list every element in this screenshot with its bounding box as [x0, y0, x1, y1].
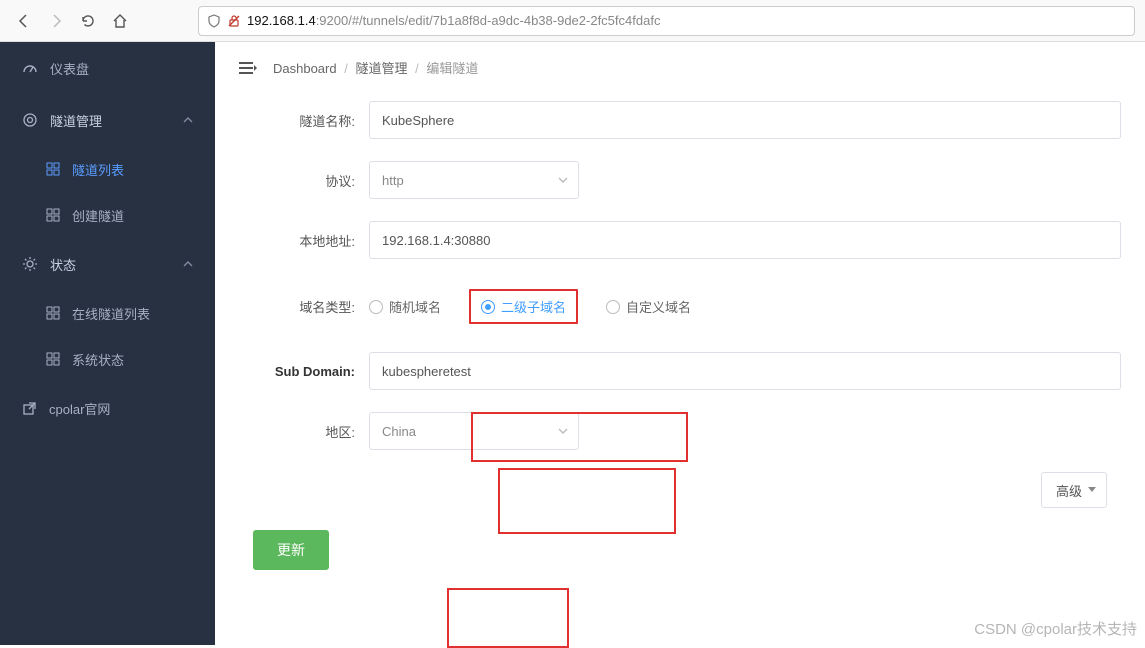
- sidebar-item-dashboard[interactable]: 仪表盘: [0, 42, 215, 94]
- back-button[interactable]: [10, 7, 38, 35]
- reload-button[interactable]: [74, 7, 102, 35]
- radio-custom-domain[interactable]: 自定义域名: [606, 297, 691, 316]
- chevron-down-icon: [558, 426, 568, 436]
- browser-toolbar: 192.168.1.4:9200/#/tunnels/edit/7b1a8f8d…: [0, 0, 1145, 42]
- highlight-box: [447, 588, 569, 648]
- sidebar-label: 隧道管理: [50, 111, 102, 130]
- grid-icon: [46, 162, 60, 176]
- insecure-lock-icon: [227, 14, 241, 28]
- grid-icon: [46, 352, 60, 366]
- crumb-page: 编辑隧道: [426, 61, 478, 76]
- sidebar-label: 创建隧道: [72, 206, 124, 225]
- update-button[interactable]: 更新: [253, 530, 329, 570]
- sidebar-group-status[interactable]: 状态: [0, 238, 215, 290]
- url-text: 192.168.1.4:9200/#/tunnels/edit/7b1a8f8d…: [247, 13, 1126, 28]
- edit-tunnel-form: 隧道名称: 协议: http 本地地址: 域名类型:: [239, 101, 1121, 570]
- tunnel-name-input[interactable]: [369, 101, 1121, 139]
- url-bar[interactable]: 192.168.1.4:9200/#/tunnels/edit/7b1a8f8d…: [198, 6, 1135, 36]
- forward-button[interactable]: [42, 7, 70, 35]
- radio-random-domain[interactable]: 随机域名: [369, 297, 441, 316]
- crumb-group[interactable]: 隧道管理: [355, 61, 407, 76]
- watermark: CSDN @cpolar技术支持: [974, 618, 1137, 639]
- sidebar: 仪表盘 隧道管理 隧道列表 创建隧道: [0, 42, 215, 645]
- local-addr-label: 本地地址:: [239, 231, 369, 250]
- sidebar-label: cpolar官网: [49, 399, 110, 418]
- caret-down-icon: [1088, 486, 1096, 494]
- region-label: 地区:: [239, 422, 369, 441]
- sidebar-item-tunnel-list[interactable]: 隧道列表: [0, 146, 215, 192]
- chevron-up-icon: [183, 115, 193, 125]
- sidebar-label: 隧道列表: [72, 160, 124, 179]
- menu-toggle-icon[interactable]: [239, 60, 257, 76]
- breadcrumb: Dashboard / 隧道管理 / 编辑隧道: [273, 58, 478, 77]
- advanced-button[interactable]: 高级: [1041, 472, 1107, 508]
- sidebar-label: 在线隧道列表: [72, 304, 150, 323]
- domain-type-label: 域名类型:: [239, 297, 369, 316]
- sidebar-item-online-tunnels[interactable]: 在线隧道列表: [0, 290, 215, 336]
- sidebar-label: 状态: [50, 255, 76, 274]
- grid-icon: [46, 208, 60, 222]
- cog-icon: [22, 256, 38, 272]
- chevron-up-icon: [183, 259, 193, 269]
- protocol-value: http: [382, 173, 404, 188]
- home-button[interactable]: [106, 7, 134, 35]
- tunnel-name-label: 隧道名称:: [239, 111, 369, 130]
- content-header: Dashboard / 隧道管理 / 编辑隧道: [239, 58, 1121, 77]
- subdomain-label: Sub Domain:: [239, 364, 369, 379]
- sidebar-item-create-tunnel[interactable]: 创建隧道: [0, 192, 215, 238]
- chevron-down-icon: [558, 175, 568, 185]
- sidebar-item-cpolar-site[interactable]: cpolar官网: [0, 382, 215, 434]
- sidebar-label: 系统状态: [72, 350, 124, 369]
- sidebar-label: 仪表盘: [50, 59, 89, 78]
- external-link-icon: [22, 401, 37, 416]
- protocol-select[interactable]: http: [369, 161, 579, 199]
- sidebar-group-tunnel[interactable]: 隧道管理: [0, 94, 215, 146]
- grid-icon: [46, 306, 60, 320]
- shield-icon: [207, 14, 221, 28]
- subdomain-input[interactable]: [369, 352, 1121, 390]
- target-icon: [22, 112, 38, 128]
- crumb-root[interactable]: Dashboard: [273, 61, 337, 76]
- radio-sub-domain[interactable]: 二级子域名: [469, 289, 578, 324]
- sidebar-item-system-status[interactable]: 系统状态: [0, 336, 215, 382]
- protocol-label: 协议:: [239, 171, 369, 190]
- region-select[interactable]: China: [369, 412, 579, 450]
- local-addr-input[interactable]: [369, 221, 1121, 259]
- content-area: Dashboard / 隧道管理 / 编辑隧道 隧道名称: 协议: http: [215, 42, 1145, 645]
- region-value: China: [382, 424, 416, 439]
- gauge-icon: [22, 60, 38, 76]
- domain-type-radio-group: 随机域名 二级子域名 自定义域名: [369, 289, 691, 324]
